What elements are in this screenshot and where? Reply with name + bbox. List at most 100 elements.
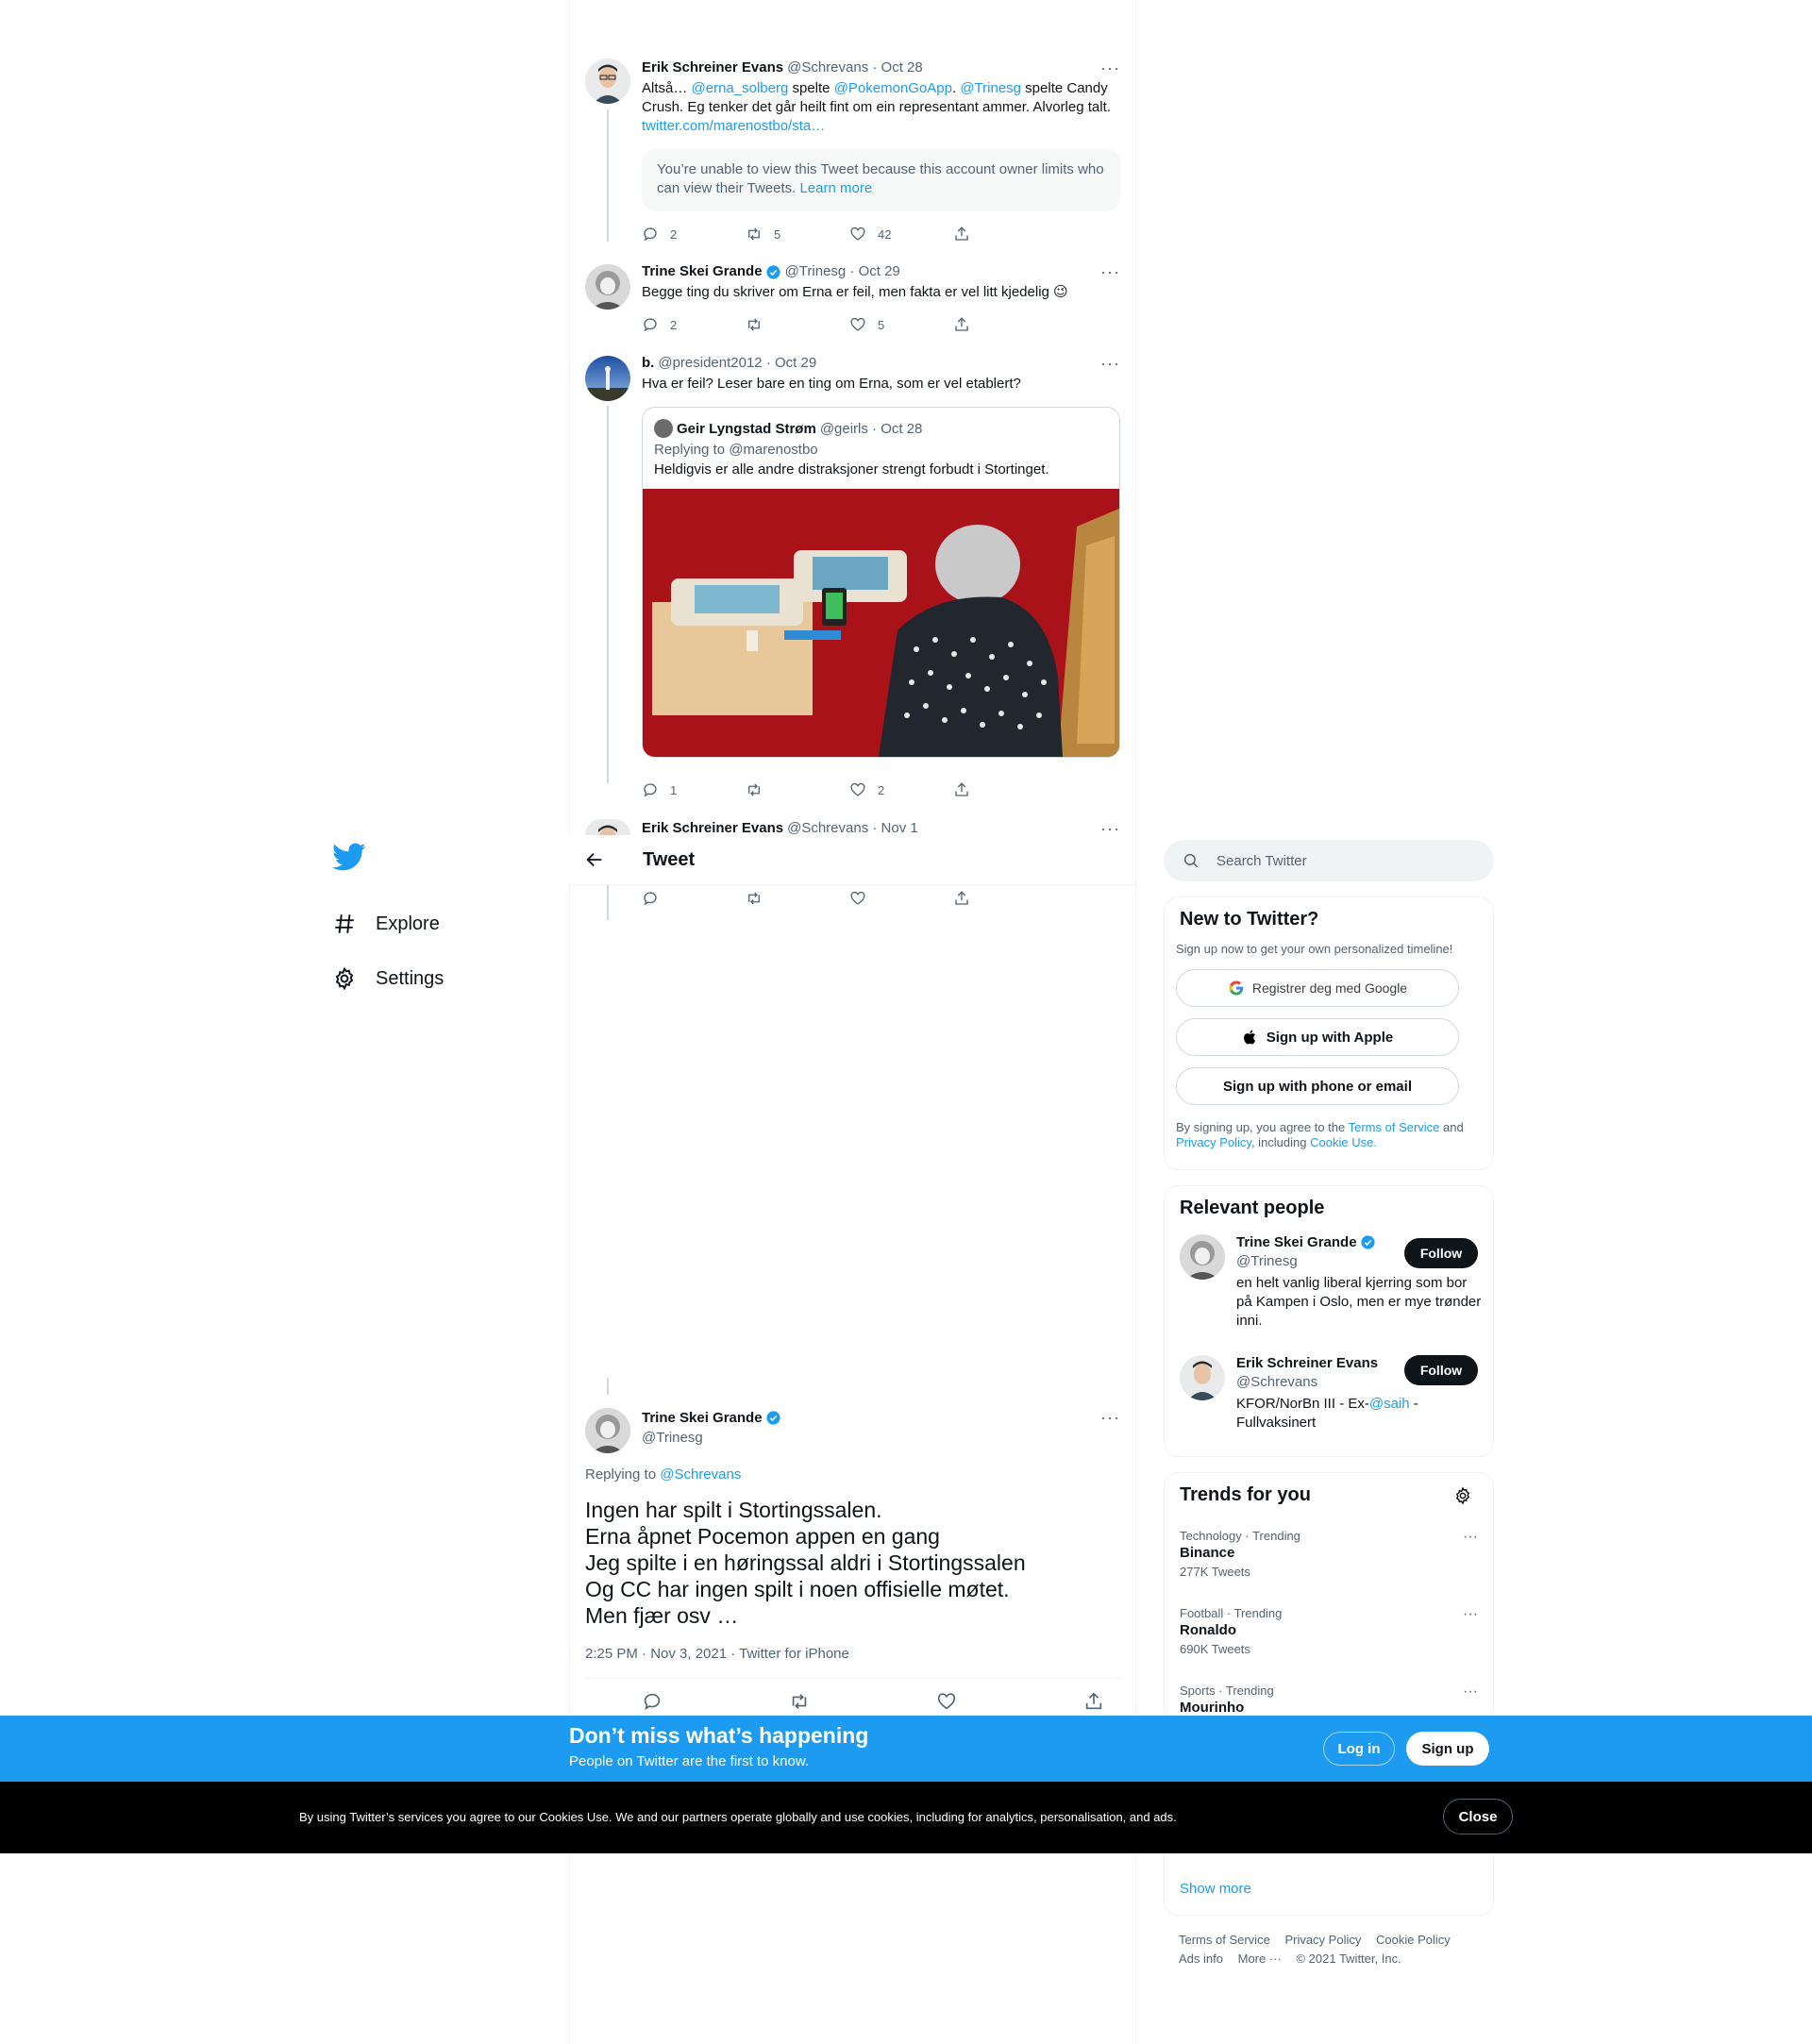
reply-count: 2	[670, 317, 678, 332]
relevant-people-card: Relevant people Trine Skei Grande @Trine…	[1164, 1185, 1494, 1457]
verified-badge-icon	[765, 1411, 780, 1425]
tweet-timestamp[interactable]: 2:25 PM · Nov 3, 2021 · Twitter for iPho…	[585, 1646, 849, 1662]
retweet-count: 5	[774, 226, 781, 242]
thread-line	[607, 406, 609, 783]
trend-category: Sports · Trending	[1180, 1684, 1274, 1698]
avatar[interactable]	[585, 356, 630, 401]
reply-button[interactable]: 1	[642, 780, 746, 799]
retweet-button[interactable]: 5	[746, 225, 849, 243]
url-link[interactable]: twitter.com/marenostbo/sta…	[642, 118, 825, 134]
share-button[interactable]	[953, 315, 1057, 334]
gear-icon[interactable]	[1453, 1486, 1472, 1505]
person-name[interactable]: Erik Schreiner Evans	[1236, 1355, 1378, 1371]
trend-item[interactable]: Football · Trending Ronaldo 690K Tweets …	[1165, 1595, 1493, 1672]
author-name[interactable]: b.	[642, 354, 654, 373]
avatar[interactable]	[585, 1408, 630, 1453]
back-arrow-icon[interactable]	[584, 849, 605, 870]
heart-icon[interactable]	[936, 1691, 957, 1712]
reply-button[interactable]	[642, 889, 746, 908]
right-sidebar: Search Twitter New to Twitter? Sign up n…	[1164, 840, 1494, 1966]
footer-link-privacy[interactable]: Privacy Policy	[1284, 1933, 1361, 1947]
person-item[interactable]: Erik Schreiner Evans @Schrevans KFOR/Nor…	[1165, 1355, 1493, 1478]
author-name[interactable]: Trine Skei Grande	[642, 1410, 763, 1426]
avatar[interactable]	[585, 819, 630, 835]
mention-link[interactable]: @PokemonGoApp	[834, 80, 952, 96]
reply-icon[interactable]	[642, 1691, 663, 1712]
share-icon[interactable]	[1083, 1691, 1104, 1712]
person-name[interactable]: Trine Skei Grande	[1236, 1234, 1357, 1250]
follow-button[interactable]: Follow	[1404, 1238, 1478, 1268]
more-icon[interactable]: ···	[1463, 1606, 1478, 1623]
google-signup-label: Registrer deg med Google	[1251, 980, 1408, 996]
footer-link-more[interactable]: More ···	[1238, 1952, 1282, 1966]
share-icon	[955, 891, 968, 905]
cookie-close-button[interactable]: Close	[1443, 1799, 1513, 1835]
person-item[interactable]: Trine Skei Grande @Trinesg en helt vanli…	[1165, 1234, 1493, 1357]
cookie-use-link[interactable]: Cookie Use.	[1310, 1135, 1377, 1149]
footer-link-terms[interactable]: Terms of Service	[1179, 1933, 1270, 1947]
more-icon[interactable]: ···	[1100, 1408, 1120, 1428]
retweet-icon[interactable]	[789, 1691, 810, 1712]
nav-explore[interactable]: Explore	[321, 896, 547, 951]
bio-mention-link[interactable]: @saih	[1369, 1396, 1410, 1412]
twitter-logo-icon[interactable]	[332, 840, 366, 874]
like-button[interactable]: 42	[849, 225, 953, 243]
person-handle[interactable]: @Schrevans	[1236, 1374, 1317, 1390]
author-handle[interactable]: @Trinesg	[642, 1430, 703, 1446]
retweet-button[interactable]	[746, 889, 849, 908]
avatar[interactable]	[585, 264, 630, 310]
avatar[interactable]	[1180, 1355, 1225, 1400]
footer-link-cookie[interactable]: Cookie Policy	[1376, 1933, 1451, 1947]
more-icon[interactable]: ···	[1100, 59, 1120, 77]
reply-icon	[644, 892, 657, 906]
share-button[interactable]	[953, 780, 1057, 799]
author-meta[interactable]: @Schrevans · Oct 28	[787, 59, 923, 77]
like-button[interactable]: 2	[849, 780, 953, 799]
apple-signup-button[interactable]: Sign up with Apple	[1176, 1018, 1459, 1056]
reply-button[interactable]: 2	[642, 315, 746, 334]
trend-item[interactable]: Technology · Trending Binance 277K Tweet…	[1165, 1517, 1493, 1595]
trend-count: 690K Tweets	[1180, 1642, 1250, 1656]
author-name[interactable]: Erik Schreiner Evans	[642, 59, 783, 77]
more-icon[interactable]: ···	[1100, 354, 1120, 373]
mention-link[interactable]: @erna_solberg	[692, 80, 789, 96]
mention-link[interactable]: @Trinesg	[960, 80, 1021, 96]
notice-text: You’re unable to view this Tweet because…	[657, 161, 1104, 196]
retweet-button[interactable]	[746, 315, 849, 334]
replying-handle-link[interactable]: @Schrevans	[660, 1466, 741, 1483]
share-button[interactable]	[953, 225, 1057, 243]
signup-button[interactable]: Sign up	[1406, 1732, 1489, 1766]
author-meta[interactable]: @president2012 · Oct 29	[658, 354, 816, 373]
more-icon[interactable]: ···	[1463, 1684, 1478, 1701]
more-icon[interactable]: ···	[1463, 1529, 1478, 1546]
apple-signup-label: Sign up with Apple	[1266, 1029, 1394, 1046]
show-more-link[interactable]: Show more	[1180, 1881, 1251, 1897]
terms-of-service-link[interactable]: Terms of Service	[1349, 1120, 1440, 1134]
author-name[interactable]: Trine Skei Grande	[642, 262, 763, 281]
learn-more-link[interactable]: Learn more	[799, 180, 872, 196]
quoted-photo[interactable]	[643, 489, 1120, 757]
author-meta[interactable]: @Trinesg · Oct 29	[785, 262, 900, 281]
heart-icon	[850, 317, 865, 331]
privacy-policy-link[interactable]: Privacy Policy	[1176, 1135, 1251, 1149]
like-button[interactable]	[849, 889, 953, 908]
like-button[interactable]: 5	[849, 315, 953, 334]
retweet-button[interactable]	[746, 780, 849, 799]
nav-settings[interactable]: Settings	[321, 951, 547, 1006]
more-icon[interactable]: ···	[1100, 262, 1120, 281]
google-signup-button[interactable]: Registrer deg med Google	[1176, 969, 1459, 1007]
like-count: 42	[878, 226, 892, 242]
quoted-text: Heldigvis er alle andre distraksjoner st…	[654, 461, 1049, 477]
person-handle[interactable]: @Trinesg	[1236, 1253, 1298, 1269]
avatar[interactable]	[585, 59, 630, 104]
terms-text: and	[1439, 1120, 1464, 1134]
reply-button[interactable]: 2	[642, 225, 746, 243]
phone-email-signup-button[interactable]: Sign up with phone or email	[1176, 1067, 1459, 1105]
avatar[interactable]	[1180, 1234, 1225, 1280]
search-bar[interactable]: Search Twitter	[1164, 840, 1494, 881]
login-button[interactable]: Log in	[1323, 1732, 1395, 1766]
follow-button[interactable]: Follow	[1404, 1355, 1478, 1385]
footer-link-ads[interactable]: Ads info	[1179, 1952, 1223, 1966]
share-button[interactable]	[953, 889, 1057, 908]
quoted-tweet[interactable]: Geir Lyngstad Strøm @geirls · Oct 28 Rep…	[642, 407, 1120, 758]
